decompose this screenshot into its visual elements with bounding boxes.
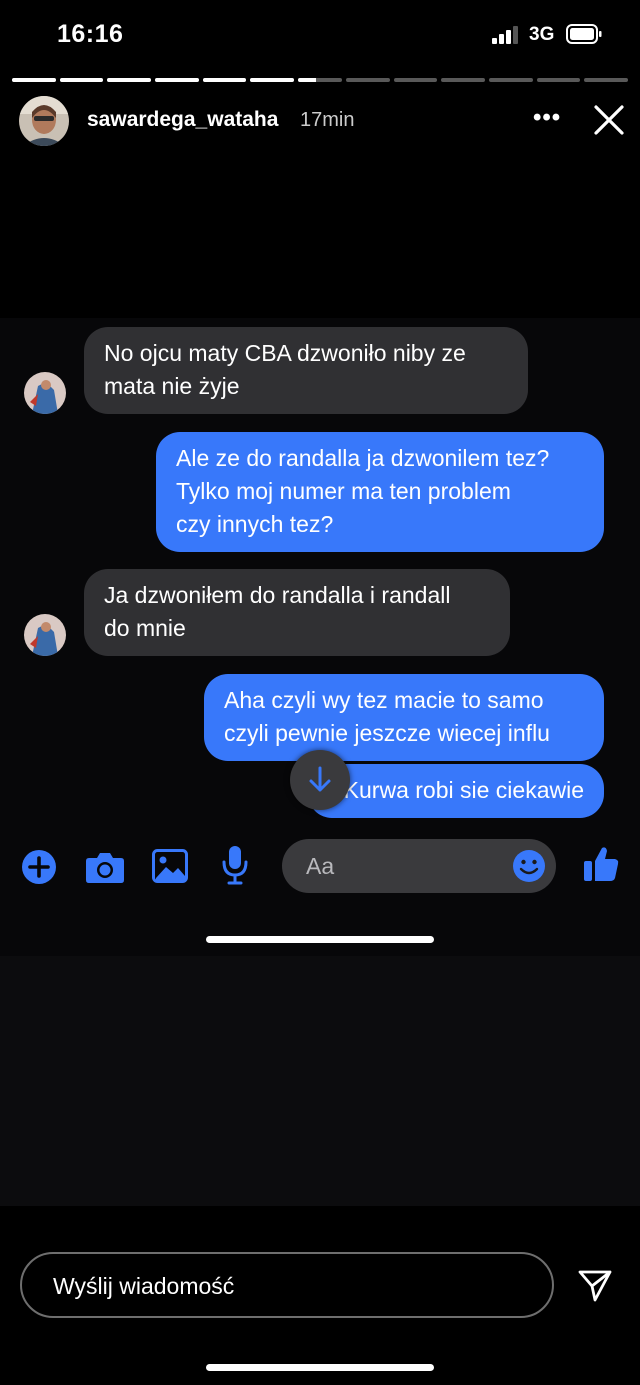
emoji-icon[interactable] xyxy=(512,849,546,883)
more-options-icon[interactable]: ••• xyxy=(533,104,561,132)
contact-avatar xyxy=(24,372,66,414)
plus-icon[interactable] xyxy=(21,849,57,885)
message-bubble: Ale ze do randalla ja dzwonilem tez? Tylk… xyxy=(156,432,604,552)
message-bubble: Kurwa robi sie ciekawie xyxy=(308,764,604,818)
message-bubble: Aha czyli wy tez macie to samo czyli pewn… xyxy=(204,674,604,761)
progress-segment xyxy=(202,78,247,82)
home-indicator xyxy=(206,1364,434,1371)
message-bubble: No ojcu maty CBA dzwoniło niby ze mata ni… xyxy=(84,327,528,414)
status-time: 16:16 xyxy=(57,20,124,48)
story-timestamp: 17min xyxy=(300,109,355,131)
battery-icon xyxy=(566,24,602,44)
microphone-icon[interactable] xyxy=(221,845,249,885)
send-icon[interactable] xyxy=(577,1269,613,1303)
progress-segment xyxy=(155,78,199,82)
chat-home-indicator xyxy=(206,936,434,943)
reply-placeholder: Wyślij wiadomość xyxy=(53,1273,235,1299)
reply-input[interactable]: Wyślij wiadomość xyxy=(20,1252,554,1318)
progress-segment xyxy=(441,78,485,82)
message-input[interactable]: Aa xyxy=(282,839,556,893)
signal-icon xyxy=(492,26,518,44)
scroll-to-bottom-button[interactable] xyxy=(290,750,350,810)
image-icon[interactable] xyxy=(152,849,188,883)
progress-segment xyxy=(107,78,152,82)
close-icon[interactable] xyxy=(593,104,625,136)
contact-avatar xyxy=(24,614,66,656)
progress-segment xyxy=(59,78,104,82)
network-label: 3G xyxy=(529,24,555,45)
progress-segment xyxy=(345,78,390,82)
message-bubble: Ja dzwoniłem do randalla i randall do mni… xyxy=(84,569,510,656)
progress-segment xyxy=(536,78,581,82)
thumbs-up-icon[interactable] xyxy=(582,845,620,883)
story-progress-bar xyxy=(12,78,628,82)
progress-segment xyxy=(298,78,342,82)
progress-segment xyxy=(393,78,438,82)
story-background-panel xyxy=(0,956,640,1206)
message-input-placeholder: Aa xyxy=(306,853,335,879)
user-avatar[interactable] xyxy=(19,96,69,146)
progress-segment xyxy=(250,78,295,82)
camera-icon[interactable] xyxy=(85,850,125,884)
progress-segment xyxy=(584,78,628,82)
progress-segment xyxy=(488,78,533,82)
arrow-down-icon xyxy=(309,766,331,792)
story-username[interactable]: sawardega_wataha xyxy=(87,108,278,132)
progress-segment xyxy=(12,78,56,82)
